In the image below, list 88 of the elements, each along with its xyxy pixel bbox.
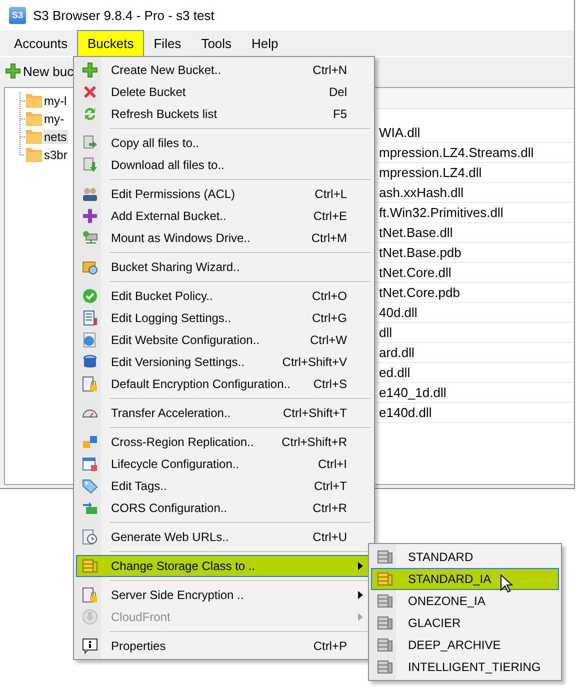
menu-item[interactable]: STANDARD <box>371 546 559 568</box>
menu-item[interactable]: Edit Logging Settings.. Ctrl+G <box>76 307 372 329</box>
menu-item[interactable]: INTELLIGENT_TIERING <box>371 656 559 678</box>
storage-icon <box>377 571 393 587</box>
bucket-tree-item[interactable]: my- <box>43 112 65 126</box>
file-name[interactable]: tNet.Core.pdb <box>379 285 460 300</box>
file-name[interactable]: 40d.dll <box>379 305 418 320</box>
download-icon <box>82 609 98 625</box>
bucket-tree-item[interactable]: my-l <box>43 94 68 108</box>
arrow-icon <box>82 500 98 516</box>
tree-line-icon <box>19 128 43 146</box>
file-name[interactable]: tNet.Base.dll <box>379 225 453 240</box>
tree-line-icon <box>19 110 43 128</box>
download-icon <box>82 157 98 173</box>
menu-item[interactable]: GLACIER <box>371 612 559 634</box>
new-bucket-button[interactable]: New buc <box>5 63 74 79</box>
menu-item[interactable]: Edit Bucket Policy.. Ctrl+O <box>76 285 372 307</box>
file-name[interactable]: ash.xxHash.dll <box>379 185 464 200</box>
menu-item[interactable]: Server Side Encryption .. <box>76 584 372 606</box>
menu-item[interactable]: ONEZONE_IA <box>371 590 559 612</box>
menu-item[interactable]: Bucket Sharing Wizard.. <box>76 256 372 278</box>
file-name[interactable]: ard.dll <box>379 345 414 360</box>
menu-item[interactable]: Transfer Acceleration.. Ctrl+Shift+T <box>76 402 372 424</box>
plus-icon <box>5 63 21 79</box>
users-icon <box>82 186 98 202</box>
menu-bar-item[interactable]: Help <box>242 30 288 56</box>
refresh-icon <box>82 106 98 122</box>
storage-icon <box>377 549 393 565</box>
menu-item[interactable]: Properties Ctrl+P <box>76 635 372 657</box>
menu-item[interactable]: Edit Tags.. Ctrl+T <box>76 475 372 497</box>
file-name[interactable]: tNet.Base.pdb <box>379 245 462 260</box>
menu-bar-item[interactable]: Accounts <box>4 30 78 56</box>
menu-item[interactable]: Copy all files to.. <box>76 132 372 154</box>
squares-icon <box>82 434 98 450</box>
lock-icon <box>82 587 98 603</box>
menu-item[interactable]: Refresh Buckets list F5 <box>76 103 372 125</box>
menu-item[interactable]: Delete Bucket Del <box>76 81 372 103</box>
mouse-cursor-icon <box>500 574 513 594</box>
menu-item[interactable]: DEEP_ARCHIVE <box>371 634 559 656</box>
file-name[interactable]: e140_1d.dll <box>379 385 446 400</box>
tree-line-icon <box>19 92 43 110</box>
file-name[interactable]: ed.dll <box>379 365 410 380</box>
menu-item[interactable]: Download all files to.. <box>76 154 372 176</box>
copy-icon <box>82 135 98 151</box>
file-name[interactable]: tNet.Core.dll <box>379 265 452 280</box>
document-icon <box>82 310 98 326</box>
storage-icon <box>377 637 393 653</box>
menu-item[interactable]: Create New Bucket.. Ctrl+N <box>76 59 372 81</box>
menu-item[interactable]: Edit Permissions (ACL) Ctrl+L <box>76 183 372 205</box>
file-name[interactable]: ft.Win32.Primitives.dll <box>379 205 504 220</box>
menu-bar-item[interactable]: Tools <box>191 30 242 56</box>
menu-bar-item[interactable]: Files <box>144 30 192 56</box>
delete-icon <box>82 84 98 100</box>
window-title: S3 Browser 9.8.4 - Pro - s3 test <box>33 8 214 22</box>
storage-icon <box>377 615 393 631</box>
tag-icon <box>82 478 98 494</box>
file-name[interactable]: mpression.LZ4.dll <box>379 165 482 180</box>
file-name[interactable]: mpression.LZ4.Streams.dll <box>379 145 534 160</box>
menu-item[interactable]: Cross-Region Replication.. Ctrl+Shift+R <box>76 431 372 453</box>
menu-item[interactable]: Generate Web URLs.. Ctrl+U <box>76 526 372 548</box>
storage-icon <box>377 593 393 609</box>
plus-icon <box>82 62 98 78</box>
menu-item[interactable]: Lifecycle Configuration.. Ctrl+I <box>76 453 372 475</box>
lock-icon <box>82 376 98 392</box>
menu-item[interactable]: CORS Configuration.. Ctrl+R <box>76 497 372 519</box>
info-icon <box>82 638 98 654</box>
menu-item[interactable]: STANDARD_IA <box>371 568 559 590</box>
storage-icon <box>377 659 393 675</box>
app-logo: S3 <box>9 6 26 24</box>
file-name[interactable]: dll <box>379 325 392 340</box>
share-icon <box>82 259 98 275</box>
menu-item[interactable]: Default Encryption Configuration.. Ctrl+S <box>76 373 372 395</box>
bucket-tree-item[interactable]: s3br <box>43 148 68 162</box>
menu-item[interactable]: Edit Website Configuration.. Ctrl+W <box>76 329 372 351</box>
storage-icon <box>82 558 98 574</box>
calendar-icon <box>82 456 98 472</box>
check-icon <box>82 288 98 304</box>
menu-bar-item[interactable]: Buckets <box>77 30 144 56</box>
tree-line-icon <box>19 146 43 164</box>
bucket-tree-item[interactable]: nets <box>43 130 68 144</box>
file-name[interactable]: WIA.dll <box>379 125 420 140</box>
menu-item[interactable]: Edit Versioning Settings.. Ctrl+Shift+V <box>76 351 372 373</box>
bucket-icon <box>82 354 98 370</box>
file-name[interactable]: e140d.dll <box>379 405 432 420</box>
plus-icon <box>82 208 98 224</box>
clock-icon <box>82 529 98 545</box>
menu-item[interactable]: Add External Bucket.. Ctrl+E <box>76 205 372 227</box>
menu-item[interactable]: Mount as Windows Drive.. Ctrl+M <box>76 227 372 249</box>
